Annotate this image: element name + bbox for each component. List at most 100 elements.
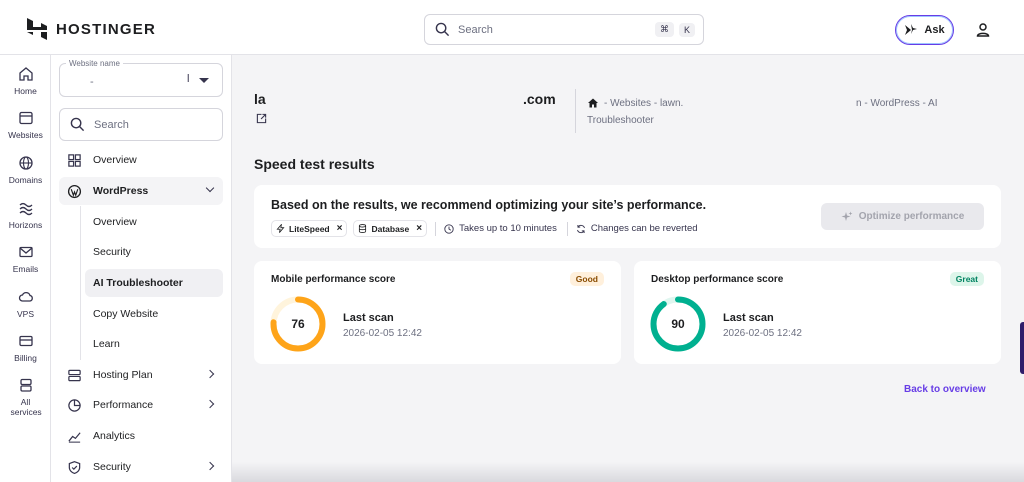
breadcrumb: - Websites - lawn. (587, 97, 683, 109)
grid-icon (68, 153, 81, 167)
trend-icon (68, 431, 81, 443)
sidebar-search-input[interactable]: Search (59, 108, 223, 141)
revert-text: Changes can be reverted (590, 223, 698, 234)
bottom-shadow (232, 462, 1024, 482)
sidebar-item-overview[interactable]: Overview (59, 146, 223, 174)
remove-chip-icon[interactable]: × (337, 223, 343, 234)
wordpress-icon (67, 184, 82, 198)
sidebar-subitem-label: Overview (93, 216, 137, 228)
pie-chart-icon (68, 398, 81, 412)
optimization-chips: LiteSpeed × Database × Takes up to 10 mi… (271, 220, 706, 237)
last-scan-label: Last scan (343, 312, 394, 324)
sidebar-item-label: Security (93, 461, 131, 473)
sidebar-item-analytics[interactable]: Analytics (59, 422, 223, 450)
stack-icon (19, 378, 32, 392)
rail-vps[interactable]: VPS (0, 289, 51, 319)
info-divider (566, 221, 568, 236)
rail-billing[interactable]: Billing (0, 333, 51, 363)
main-content: la .com - Websites - lawn. n - WordPress… (232, 55, 1024, 482)
mobile-score-value: 76 (291, 317, 305, 331)
sidebar-subitem-overview[interactable]: Overview (85, 208, 223, 236)
sidebar-subitem-ai-troubleshooter[interactable]: AI Troubleshooter (85, 269, 223, 297)
sidebar-subitem-copy-website[interactable]: Copy Website (85, 300, 223, 328)
optimize-performance-button[interactable]: Optimize performance (821, 203, 984, 230)
rail-home[interactable]: Home (0, 66, 51, 96)
waves-icon (19, 202, 32, 216)
recommendation-card: Based on the results, we recommend optim… (254, 185, 1001, 248)
chip-litespeed: LiteSpeed × (271, 220, 348, 237)
chevron-right-icon (205, 399, 215, 409)
ai-sparkle-icon (905, 24, 918, 35)
cloud-icon (18, 291, 33, 302)
website-select-value: - (90, 76, 94, 88)
website-sidebar: Website name - l Search Overview WordPre… (51, 55, 232, 482)
home-icon (18, 67, 33, 81)
site-title-start: la (254, 91, 266, 107)
ask-ai-button[interactable]: Ask (895, 15, 954, 45)
back-to-overview-link[interactable]: Back to overview (904, 384, 986, 395)
search-placeholder: Search (458, 23, 493, 36)
status-badge: Good (569, 272, 604, 286)
sidebar-subitem-security[interactable]: Security (85, 238, 223, 266)
global-search-input[interactable]: Search ⌘ K (424, 14, 704, 45)
breadcrumb-part-2[interactable]: n - WordPress - AI (856, 98, 938, 109)
rail-domains[interactable]: Domains (0, 155, 51, 185)
sidebar-item-wordpress[interactable]: WordPress (59, 177, 223, 205)
rail-websites[interactable]: Websites (0, 110, 51, 140)
external-link-icon[interactable] (256, 113, 267, 124)
home-icon[interactable] (587, 97, 599, 109)
sparkle-icon (841, 211, 853, 221)
website-select-value-tail: l (187, 73, 190, 85)
sidebar-subitem-learn[interactable]: Learn (85, 330, 223, 358)
desktop-score-value: 90 (671, 317, 685, 331)
rail-all-services[interactable]: All services (0, 377, 51, 417)
chevron-down-icon (205, 183, 215, 193)
rail-label-billing: Billing (14, 353, 37, 363)
ask-label: Ask (924, 24, 945, 36)
card-icon (18, 335, 33, 347)
browser-icon (18, 111, 33, 125)
chip-label: LiteSpeed (289, 223, 330, 234)
chevron-right-icon (205, 369, 215, 379)
service-rail: Home Websites Domains Horizons Emails VP… (0, 55, 51, 482)
shortcut-k-key: K (678, 22, 695, 37)
breadcrumb-part-3: Troubleshooter (587, 115, 654, 126)
chevron-right-icon (205, 461, 215, 471)
sidebar-item-label: Analytics (93, 430, 136, 442)
breadcrumb-part-1[interactable]: - Websites - lawn. (604, 98, 683, 109)
website-select[interactable]: Website name - l (59, 59, 223, 97)
sidebar-item-security[interactable]: Security (59, 453, 223, 481)
globe-icon (18, 156, 33, 170)
bolt-icon (276, 224, 285, 233)
mail-icon (18, 246, 33, 258)
search-icon (435, 22, 450, 37)
clock-icon (444, 223, 454, 234)
hostinger-logo[interactable]: HOSTINGER (27, 18, 156, 40)
sidebar-item-hosting-plan[interactable]: Hosting Plan (59, 361, 223, 389)
submenu-divider (80, 206, 81, 360)
side-panel-handle[interactable] (1020, 322, 1024, 374)
sidebar-item-label: WordPress (93, 185, 149, 197)
database-icon (359, 224, 367, 233)
website-select-legend: Website name (66, 59, 123, 68)
user-account-icon[interactable] (975, 22, 991, 38)
top-bar: HOSTINGER Search ⌘ K Ask (0, 0, 1024, 55)
sidebar-item-performance[interactable]: Performance (59, 391, 223, 419)
shield-icon (68, 460, 81, 474)
rail-emails[interactable]: Emails (0, 244, 51, 274)
desktop-score-card: Desktop performance score Great 90 Last … (634, 261, 1001, 364)
rail-horizons[interactable]: Horizons (0, 200, 51, 230)
site-title-end: .com (523, 91, 556, 107)
desktop-score-title: Desktop performance score (651, 274, 784, 285)
sidebar-subitem-label: Copy Website (93, 308, 159, 320)
mobile-score-card: Mobile performance score Good 76 Last sc… (254, 261, 621, 364)
sidebar-item-label: Performance (93, 399, 154, 411)
remove-chip-icon[interactable]: × (416, 223, 422, 234)
chip-label: Database (371, 223, 410, 234)
last-scan-date: 2026-02-05 12:42 (343, 328, 422, 339)
rail-label-domains: Domains (8, 175, 43, 185)
optimize-button-label: Optimize performance (858, 211, 965, 222)
header-divider (575, 89, 576, 133)
shortcut-cmd-key: ⌘ (654, 22, 674, 37)
rail-label-websites: Websites (8, 130, 43, 140)
